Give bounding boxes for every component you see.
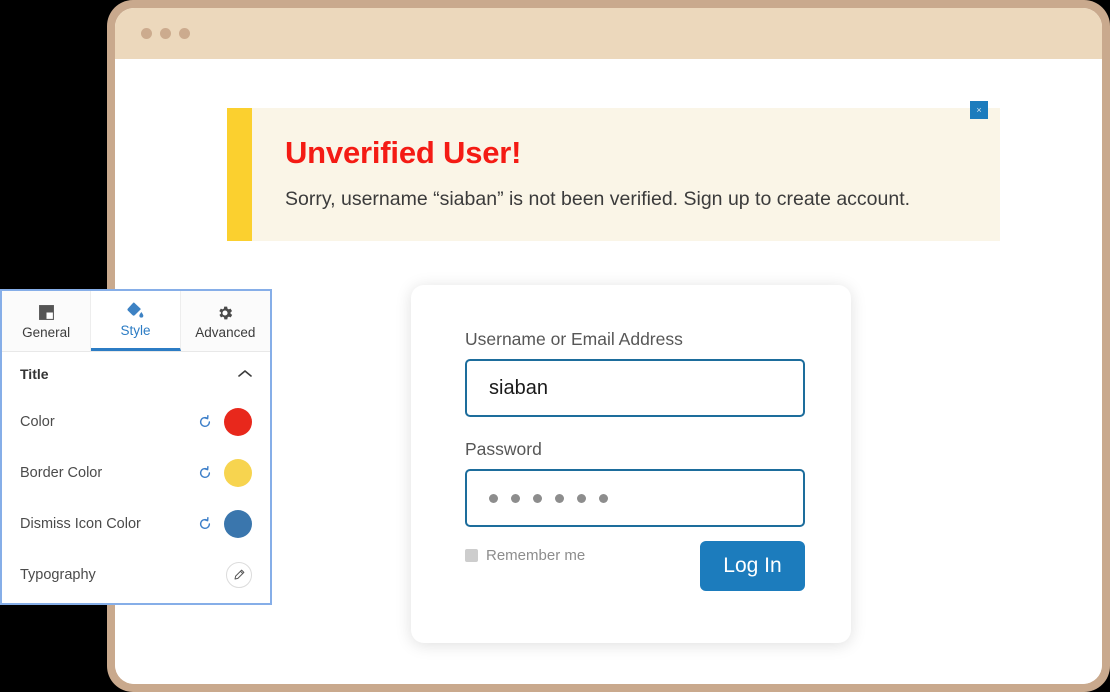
username-label: Username or Email Address xyxy=(465,329,683,349)
username-input[interactable] xyxy=(465,359,805,417)
password-mask-dot xyxy=(533,493,542,503)
password-mask-dot xyxy=(577,493,586,503)
section-title-label: Title xyxy=(20,366,49,382)
control-actions xyxy=(198,407,252,436)
window-dot-minimize-icon[interactable] xyxy=(160,28,171,39)
reset-icon[interactable] xyxy=(198,516,212,531)
log-in-button[interactable]: Log In xyxy=(700,541,805,591)
control-row-dismiss-icon-color: Dismiss Icon Color xyxy=(2,498,270,549)
window-dot-close-icon[interactable] xyxy=(141,28,152,39)
alert-content: Unverified User! Sorry, username “siaban… xyxy=(252,101,1000,241)
control-row-border-color: Border Color xyxy=(2,447,270,498)
alert-message: Sorry, username “siaban” is not been ver… xyxy=(285,188,911,211)
window-dot-maximize-icon[interactable] xyxy=(179,28,190,39)
tab-advanced[interactable]: Advanced xyxy=(180,291,270,351)
tab-advanced-label: Advanced xyxy=(195,324,256,340)
tab-general[interactable]: General xyxy=(2,291,92,351)
remember-me-checkbox[interactable]: Remember me xyxy=(465,547,585,564)
password-field-group: Password xyxy=(465,439,805,527)
password-label: Password xyxy=(465,439,542,459)
control-actions xyxy=(226,561,252,588)
section-header-title[interactable]: Title xyxy=(2,352,270,396)
password-input[interactable] xyxy=(465,469,805,527)
tab-style-label: Style xyxy=(120,323,151,338)
tab-general-label: General xyxy=(22,324,71,340)
color-swatch-border-color[interactable] xyxy=(224,458,252,487)
tab-style[interactable]: Style xyxy=(91,291,181,351)
control-row-typography: Typography xyxy=(2,549,270,600)
checkbox-box-icon xyxy=(465,549,478,562)
gear-icon xyxy=(216,303,234,323)
browser-titlebar xyxy=(115,8,1102,59)
control-actions xyxy=(198,458,252,487)
reset-icon[interactable] xyxy=(198,465,212,480)
alert-banner: Unverified User! Sorry, username “siaban… xyxy=(227,101,1000,241)
login-card: Username or Email Address Password xyxy=(411,285,851,643)
password-mask-dot xyxy=(599,493,608,503)
control-label-color: Color xyxy=(20,413,55,430)
style-settings-panel: General Style Advanced Title Color Borde… xyxy=(0,289,272,605)
control-label-border-color: Border Color xyxy=(20,464,103,481)
password-mask-dot xyxy=(555,493,564,503)
login-actions-row: Remember me Log In xyxy=(465,541,805,591)
color-swatch-dismiss-icon-color[interactable] xyxy=(224,509,252,538)
color-swatch-title-color[interactable] xyxy=(224,407,252,436)
alert-title: Unverified User! xyxy=(285,135,522,170)
control-actions xyxy=(198,509,252,538)
remember-me-label: Remember me xyxy=(486,547,586,564)
save-icon xyxy=(38,303,55,323)
pencil-icon[interactable] xyxy=(226,561,252,588)
password-mask-dot xyxy=(511,493,520,503)
control-label-typography: Typography xyxy=(20,566,96,583)
chevron-up-icon[interactable] xyxy=(238,365,252,383)
reset-icon[interactable] xyxy=(198,414,212,429)
settings-panel-tabs: General Style Advanced xyxy=(2,291,270,352)
control-label-dismiss-icon-color: Dismiss Icon Color xyxy=(20,515,141,532)
alert-accent-bar xyxy=(227,108,252,241)
alert-dismiss-icon[interactable]: × xyxy=(970,101,988,119)
control-row-color: Color xyxy=(2,396,270,447)
password-mask-dot xyxy=(489,493,498,503)
paint-bucket-icon xyxy=(125,301,145,321)
